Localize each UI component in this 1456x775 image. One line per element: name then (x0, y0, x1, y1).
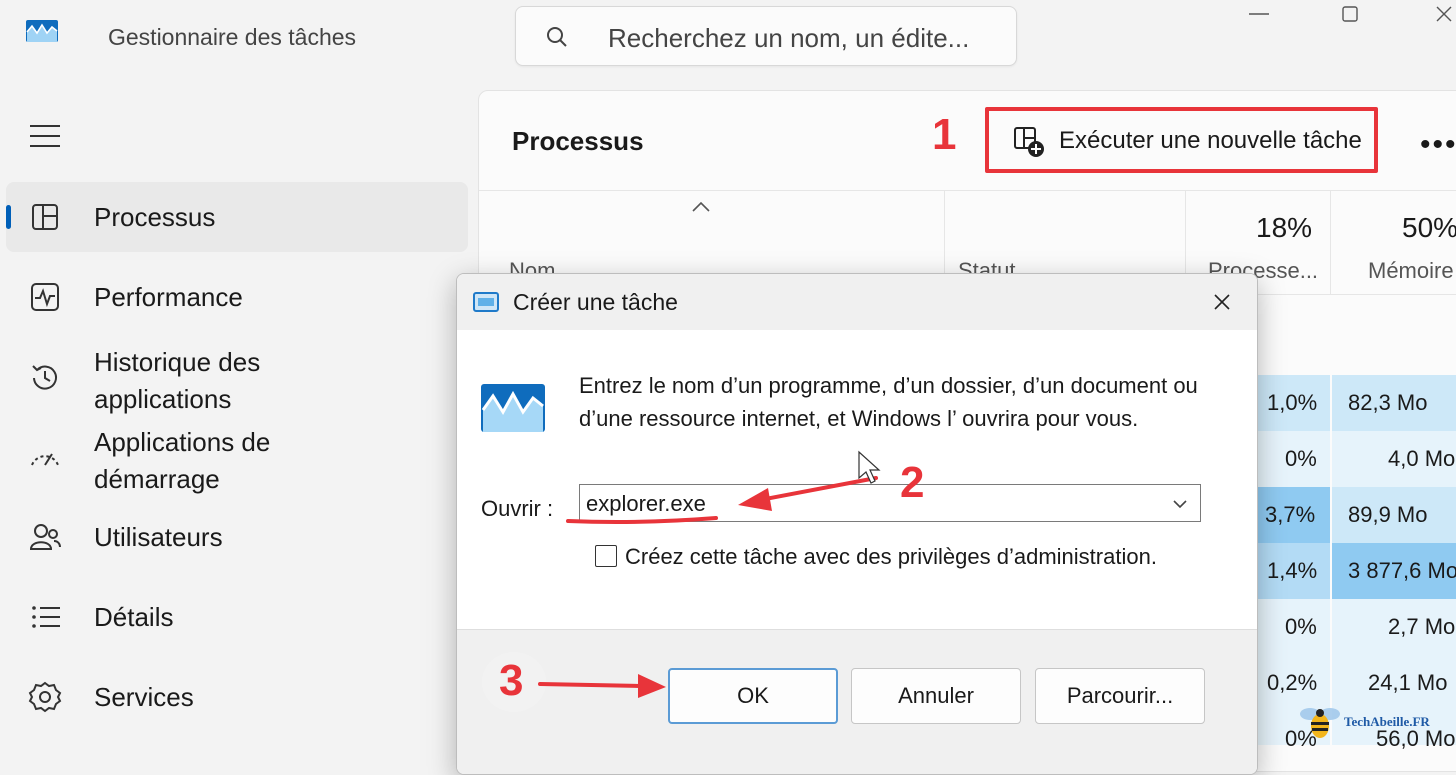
sidebar-item-performance[interactable]: Performance (6, 262, 468, 332)
sidebar-item-label: Détails (94, 602, 174, 632)
memory-cell: 4,0 Mo (1332, 431, 1456, 487)
create-task-dialog: Créer une tâche Entrez le nom d’un progr… (456, 273, 1258, 775)
cpu-cell: 0% (1255, 431, 1330, 487)
hamburger-menu-icon[interactable] (30, 124, 60, 148)
run-new-task-label: Exécuter une nouvelle tâche (1059, 127, 1362, 154)
search-input[interactable]: Recherchez un nom, un édite... (608, 23, 969, 54)
sidebar-item-label: Processus (94, 202, 216, 232)
cpu-cell: 1,4% (1255, 543, 1330, 599)
open-combobox[interactable] (579, 484, 1201, 522)
dialog-footer: OK Annuler Parcourir... (457, 629, 1257, 774)
sidebar-item-label: Utilisateurs (94, 522, 223, 552)
cancel-button[interactable]: Annuler (851, 668, 1021, 724)
close-icon[interactable] (1430, 2, 1456, 26)
startup-icon (28, 441, 62, 475)
sidebar-item-label: Historique des applications (94, 347, 261, 414)
performance-icon (28, 280, 62, 314)
search-box[interactable]: Recherchez un nom, un édite... (515, 6, 1017, 66)
run-new-task-button[interactable]: Exécuter une nouvelle tâche (985, 107, 1378, 173)
services-icon (28, 680, 62, 714)
sort-ascending-icon[interactable] (690, 200, 712, 214)
task-manager-large-icon (481, 384, 545, 432)
column-header-memory[interactable]: Mémoire (1368, 258, 1454, 284)
memory-cell: 3 877,6 Mo (1332, 543, 1456, 599)
dialog-close-icon[interactable] (1211, 291, 1233, 313)
page-title: Processus (512, 126, 644, 156)
bee-logo-icon (1298, 704, 1342, 745)
cpu-total-percent: 18% (1256, 212, 1313, 243)
sidebar-item-processes[interactable]: Processus (6, 182, 468, 252)
watermark: TechAbeille.FR (1298, 702, 1448, 742)
processes-icon (28, 200, 62, 234)
memory-cell: 2,7 Mo (1332, 599, 1456, 655)
annotation-step-3: 3 (499, 656, 524, 705)
ok-button[interactable]: OK (668, 668, 838, 724)
cpu-cell: 3,7% (1255, 487, 1330, 543)
run-dialog-icon (473, 292, 499, 312)
sidebar-item-users[interactable]: Utilisateurs (6, 502, 468, 572)
cpu-cell: 1,0% (1255, 375, 1330, 431)
dialog-title: Créer une tâche (513, 289, 678, 315)
memory-cell: 89,9 Mo (1332, 487, 1456, 543)
memory-total-percent: 50% (1402, 212, 1456, 243)
users-icon (28, 520, 62, 554)
open-input[interactable] (584, 487, 1148, 521)
more-options-button[interactable]: ••• (1420, 128, 1456, 162)
sidebar-item-startup-apps[interactable]: Applications de démarrage (6, 420, 468, 500)
watermark-text: TechAbeille.FR (1344, 714, 1430, 729)
new-task-icon (1013, 126, 1045, 158)
annotation-step-1: 1 (932, 110, 957, 159)
details-icon (28, 600, 62, 634)
app-title: Gestionnaire des tâches (108, 24, 357, 50)
sidebar-item-details[interactable]: Détails (6, 582, 468, 652)
history-icon (28, 361, 62, 395)
header-divider (479, 190, 1456, 191)
chevron-down-icon[interactable] (1172, 497, 1188, 509)
admin-checkbox-label[interactable]: Créez cette tâche avec des privilèges d’… (625, 544, 1157, 570)
dialog-description: Entrez le nom d’un programme, d’un dossi… (579, 373, 1198, 431)
sidebar-item-label: Performance (94, 282, 243, 312)
memory-cell: 82,3 Mo (1332, 375, 1456, 431)
sidebar-item-label: Applications de démarrage (94, 427, 271, 494)
open-label: Ouvrir : (481, 496, 554, 521)
column-divider (1330, 190, 1331, 294)
sidebar-item-label: Services (94, 682, 194, 712)
minimize-icon[interactable] (1247, 2, 1271, 22)
task-manager-icon (26, 20, 58, 42)
search-icon (546, 26, 568, 48)
dialog-titlebar: Créer une tâche (457, 274, 1257, 330)
admin-checkbox[interactable] (595, 545, 617, 567)
sidebar-item-services[interactable]: Services (6, 662, 468, 732)
maximize-icon[interactable] (1338, 2, 1362, 26)
active-indicator (6, 205, 11, 229)
cpu-cell: 0% (1255, 599, 1330, 655)
browse-button[interactable]: Parcourir... (1035, 668, 1205, 724)
annotation-step-2: 2 (900, 458, 925, 507)
sidebar-item-app-history[interactable]: Historique des applications (6, 340, 468, 420)
